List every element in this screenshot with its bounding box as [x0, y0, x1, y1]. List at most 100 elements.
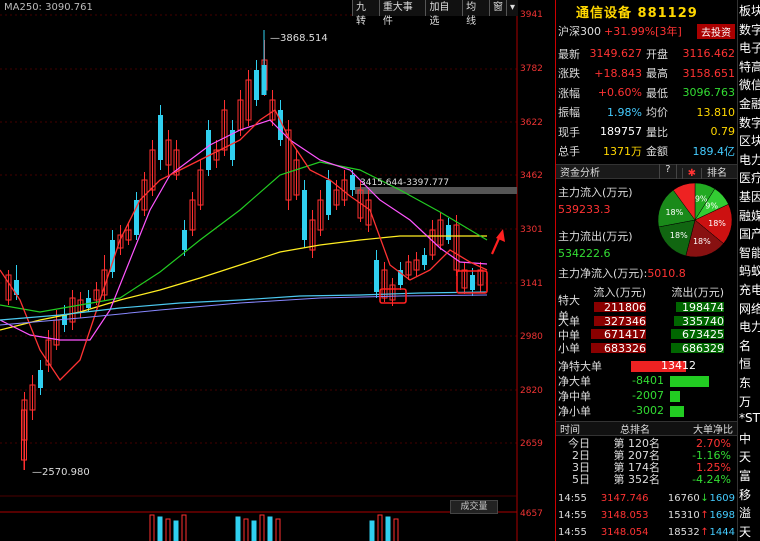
- volume-tab[interactable]: 成交量: [450, 500, 498, 514]
- toolbar-jiuzhuan-button[interactable]: 九转: [352, 0, 379, 27]
- rank-period: 5日: [572, 473, 590, 486]
- sector-item[interactable]: 数字: [739, 21, 760, 38]
- net-flow-label: 净特大单: [558, 360, 602, 373]
- sector-item[interactable]: 中: [739, 430, 751, 447]
- box-band: [355, 187, 517, 194]
- index-change: +31.99%[3年]: [604, 25, 682, 38]
- toolbar-dropdown-icon[interactable]: ▾: [505, 0, 518, 16]
- quote-row: 最新 3149.627 开盘 3116.462: [558, 44, 735, 63]
- funds-header: 资金分析 ? ✱ 排名: [556, 164, 737, 179]
- sector-item[interactable]: 融媒: [739, 207, 760, 224]
- quote-label: 涨跌: [558, 67, 580, 80]
- volume-bar: [165, 518, 171, 541]
- ma250-label: MA250: 3090.761: [4, 2, 93, 13]
- arrow-up-icon: ↑: [700, 509, 709, 521]
- inflow-value: 539233.3: [558, 203, 611, 216]
- sector-item[interactable]: 恒: [739, 355, 751, 372]
- axis-label: 4657: [520, 509, 543, 519]
- sector-item[interactable]: 电力: [739, 151, 760, 168]
- inflow-value: 211806: [604, 301, 646, 314]
- quote-label: 最高: [646, 67, 668, 80]
- sector-item[interactable]: 天: [739, 523, 751, 540]
- rank-icon: ✱: [681, 168, 701, 179]
- candle-body: [134, 200, 139, 235]
- candle-body: [326, 180, 331, 215]
- candle-body: [38, 370, 43, 388]
- sector-item[interactable]: 充电: [739, 281, 760, 298]
- tick-count: 1698: [709, 509, 735, 521]
- sector-item[interactable]: 名: [739, 337, 751, 354]
- sector-item[interactable]: 智能: [739, 244, 760, 261]
- net-flow-row: 净中单 -2007: [558, 389, 735, 403]
- rank-header-total: 总排名: [620, 425, 650, 436]
- outflow-cell: 335740: [646, 315, 724, 328]
- ma60-line: [0, 235, 487, 331]
- quote-value: 189757: [600, 125, 642, 138]
- quote-value: 1371万: [603, 145, 642, 158]
- candle-body: [470, 275, 475, 290]
- inflow-value: 327346: [604, 314, 646, 328]
- toolbar-window-button[interactable]: 窗: [488, 0, 506, 16]
- axis-label: 3782: [520, 64, 543, 74]
- sector-item[interactable]: 区块: [739, 132, 760, 149]
- outflow-cell: 198474: [646, 301, 724, 314]
- net-flow-row: 净小单 -3002: [558, 404, 735, 418]
- axis-label: 3622: [520, 118, 543, 128]
- funds-rank-tab[interactable]: ✱ 排名: [675, 164, 737, 179]
- sector-item[interactable]: 医疗: [739, 169, 760, 186]
- sector-item[interactable]: 东: [739, 374, 751, 391]
- sector-item[interactable]: 富: [739, 467, 751, 484]
- sector-item[interactable]: 蚂蚁: [739, 262, 760, 279]
- inflow-value: 683326: [604, 341, 646, 355]
- inflow-cell: 671417: [588, 328, 646, 341]
- sector-item[interactable]: 微信: [739, 76, 760, 93]
- axis-label: 2820: [520, 386, 543, 396]
- sector-item[interactable]: 板块: [739, 2, 760, 19]
- volume-bar: [157, 516, 163, 541]
- sector-item[interactable]: 网络: [739, 300, 760, 317]
- kline-plot[interactable]: [0, 0, 518, 541]
- candle-body: [261, 65, 267, 95]
- inflow-cell: 683326: [588, 342, 646, 355]
- volume-bar: [385, 516, 391, 541]
- quote-row: 涨幅 +0.60% 最低 3096.763: [558, 83, 735, 102]
- volume-bar: [393, 518, 399, 541]
- inflow-value: 671417: [604, 328, 646, 341]
- funds-help-button[interactable]: ?: [659, 164, 675, 179]
- net-flow-bar-track: -8401: [606, 374, 726, 387]
- sector-item[interactable]: 数字: [739, 114, 760, 131]
- quote-row: 总手 1371万 金额 189.4亿: [558, 142, 735, 161]
- volume-bar: [377, 514, 383, 541]
- inflow-column-header: 流入(万元): [593, 285, 646, 299]
- candle-body: [374, 260, 379, 292]
- sector-item[interactable]: *ST: [739, 411, 760, 425]
- inflow-cell: 211806: [588, 301, 646, 314]
- outflow-value: 335740: [682, 314, 724, 328]
- toolbar-events-button[interactable]: 重大事件: [378, 0, 426, 27]
- volume-bar: [267, 516, 273, 541]
- sector-item[interactable]: 特高: [739, 58, 760, 75]
- kline-chart[interactable]: MA250: 3090.761 九转 重大事件 加自选 均线 窗 ▾ —3868…: [0, 0, 543, 541]
- axis-label: 3141: [520, 279, 543, 289]
- net-flow-bar-track: 13412: [606, 359, 726, 372]
- net-flow-bar-track: -3002: [606, 404, 726, 417]
- net-inflow-label: 主力净流入(万元): [558, 267, 644, 280]
- inflow-cell: 327346: [588, 315, 646, 328]
- sector-item[interactable]: 金融: [739, 95, 760, 112]
- sector-item[interactable]: 万: [739, 393, 751, 410]
- sector-item[interactable]: 天: [739, 448, 751, 465]
- goto-invest-button[interactable]: 去投资: [697, 23, 735, 39]
- toolbar-add-watchlist-button[interactable]: 加自选: [425, 0, 463, 27]
- sector-item[interactable]: 基因: [739, 188, 760, 205]
- outflow-value: 686329: [682, 341, 724, 355]
- sector-item[interactable]: 溢: [739, 504, 751, 521]
- quote-label: 现手: [558, 125, 580, 139]
- quote-label: 金额: [646, 145, 668, 158]
- toolbar-ma-button[interactable]: 均线: [462, 0, 489, 27]
- candle-body: [158, 115, 163, 160]
- sector-item[interactable]: 移: [739, 486, 751, 503]
- sector-item[interactable]: 电子: [739, 39, 760, 56]
- net-flow-bar: [670, 406, 685, 417]
- sector-item[interactable]: 国产: [739, 225, 760, 242]
- sector-item[interactable]: 电力: [739, 318, 760, 335]
